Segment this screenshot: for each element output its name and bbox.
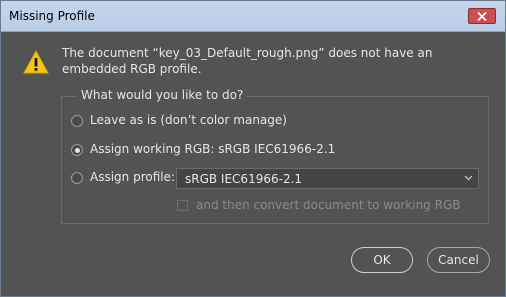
option-label[interactable]: Assign working RGB: sRGB IEC61966-2.1: [90, 142, 335, 156]
close-icon: [477, 12, 487, 21]
warning-icon: [23, 50, 49, 74]
title-bar[interactable]: Missing Profile: [1, 1, 505, 32]
option-label[interactable]: Assign profile:: [90, 170, 175, 184]
convert-checkbox[interactable]: [177, 200, 188, 211]
cancel-button[interactable]: Cancel: [427, 247, 490, 273]
close-button[interactable]: [468, 8, 496, 24]
group-title: What would you like to do?: [77, 88, 248, 102]
radio-leave-as-is[interactable]: [71, 115, 83, 127]
chevron-down-icon: [464, 175, 473, 181]
convert-checkbox-label: and then convert document to working RGB: [196, 198, 461, 212]
radio-assign-working-rgb[interactable]: [71, 144, 83, 156]
ok-button[interactable]: OK: [351, 247, 413, 273]
radio-assign-profile[interactable]: [71, 172, 83, 184]
profile-select[interactable]: sRGB IEC61966-2.1: [176, 168, 479, 189]
profile-select-value: sRGB IEC61966-2.1: [185, 172, 303, 186]
dialog-title: Missing Profile: [9, 9, 95, 23]
option-label[interactable]: Leave as is (don’t color manage): [90, 113, 287, 127]
message-text: The document “key_03_Default_rough.png” …: [62, 46, 433, 76]
missing-profile-dialog: Missing Profile The document “key_03_Def…: [0, 0, 506, 297]
dialog-content: The document “key_03_Default_rough.png” …: [1, 32, 505, 296]
